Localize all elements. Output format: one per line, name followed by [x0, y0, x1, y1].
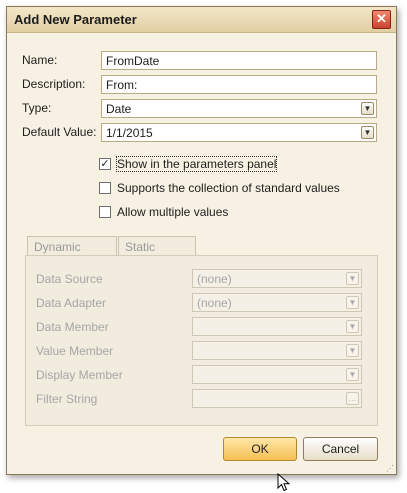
standard-values-checkbox[interactable] [99, 182, 111, 194]
chevron-down-icon[interactable]: ▼ [346, 368, 359, 381]
chevron-down-icon[interactable]: ▼ [346, 344, 359, 357]
description-label: Description: [22, 77, 86, 91]
ellipsis-icon[interactable]: … [346, 392, 359, 405]
tab-dynamic-values[interactable]: Dynamic values [27, 236, 117, 268]
chevron-down-icon[interactable]: ▼ [346, 296, 359, 309]
show-in-panel-label[interactable]: Show in the parameters panel [115, 156, 278, 172]
type-select[interactable]: Date ▼ [101, 99, 377, 118]
data-adapter-select[interactable]: (none) ▼ [192, 293, 362, 312]
standard-values-label[interactable]: Supports the collection of standard valu… [117, 181, 340, 195]
tab-static-values[interactable]: Static values [118, 236, 196, 268]
type-label: Type: [22, 101, 52, 115]
filter-string-label: Filter String [36, 392, 98, 406]
data-source-select[interactable]: (none) ▼ [192, 269, 362, 288]
data-adapter-label: Data Adapter [36, 296, 107, 310]
multiple-values-label[interactable]: Allow multiple values [117, 205, 228, 219]
chevron-down-icon[interactable]: ▼ [346, 320, 359, 333]
filter-string-input[interactable]: … [192, 389, 362, 408]
description-input[interactable]: From: [101, 75, 377, 94]
name-label: Name: [22, 53, 58, 67]
add-parameter-dialog: Add New Parameter ✕ Name: FromDate Descr… [6, 6, 397, 492]
cancel-button[interactable]: Cancel [303, 437, 378, 461]
data-adapter-value: (none) [197, 296, 232, 310]
title-bar[interactable]: Add New Parameter ✕ [7, 7, 396, 33]
value-member-label: Value Member [36, 344, 114, 358]
default-value: 1/1/2015 [106, 126, 153, 140]
display-member-label: Display Member [36, 368, 123, 382]
multiple-values-checkbox[interactable] [99, 206, 111, 218]
name-value: FromDate [106, 54, 160, 68]
dynamic-values-panel: Data Source (none) ▼ Data Adapter (none)… [25, 255, 378, 426]
data-source-label: Data Source [36, 272, 103, 286]
chevron-down-icon[interactable]: ▼ [361, 102, 374, 115]
type-value: Date [106, 102, 132, 116]
close-icon[interactable]: ✕ [372, 10, 391, 29]
chevron-down-icon[interactable]: ▼ [361, 126, 374, 139]
display-member-select[interactable]: ▼ [192, 365, 362, 384]
default-value-label: Default Value: [22, 125, 97, 139]
name-input[interactable]: FromDate [101, 51, 377, 70]
dialog-title: Add New Parameter [14, 12, 137, 27]
dialog-body: Name: FromDate Description: From: Type: … [7, 33, 396, 492]
resize-grip-icon[interactable]: ⋰ [386, 465, 394, 473]
mouse-pointer-icon [277, 473, 291, 492]
chevron-down-icon[interactable]: ▼ [346, 272, 359, 285]
default-value-select[interactable]: 1/1/2015 ▼ [101, 123, 377, 142]
data-member-label: Data Member [36, 320, 109, 334]
value-member-select[interactable]: ▼ [192, 341, 362, 360]
show-in-panel-checkbox[interactable]: ✓ [99, 158, 111, 170]
data-member-select[interactable]: ▼ [192, 317, 362, 336]
ok-button[interactable]: OK [223, 437, 297, 461]
checkmark-icon: ✓ [100, 158, 110, 170]
description-value: From: [106, 78, 138, 92]
data-source-value: (none) [197, 272, 232, 286]
